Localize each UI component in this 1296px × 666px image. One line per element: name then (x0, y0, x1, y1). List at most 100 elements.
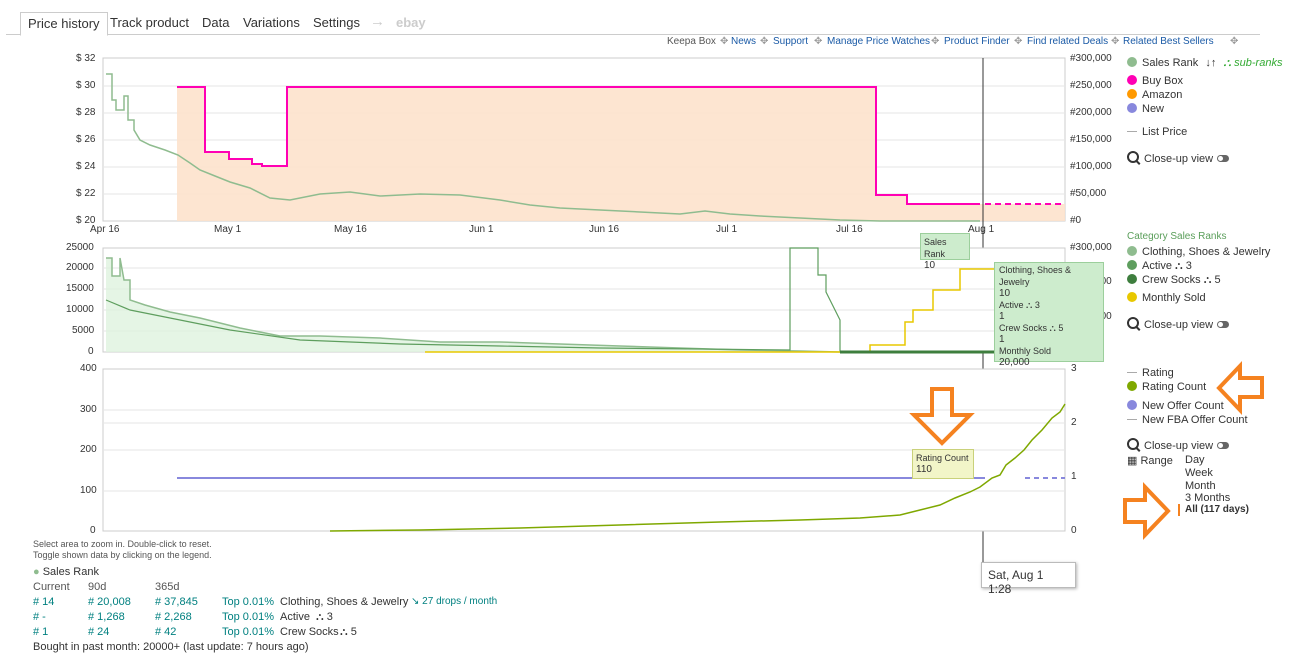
legend-list-price[interactable]: List Price (1127, 126, 1187, 138)
stats-header-current: Current (33, 581, 70, 593)
y-right-tick: #50,000 (1070, 188, 1107, 199)
category-tooltip: Clothing, Shoes & Jewelry 10 Active ⛬ 3 … (994, 262, 1104, 368)
y-right-tick: #100,000 (1070, 161, 1112, 172)
closeup-toggle-1[interactable]: Close-up view (1127, 151, 1230, 165)
x-tick: May 1 (214, 224, 242, 235)
drops-link[interactable]: ↘ 27 drops / month (411, 596, 497, 607)
y-tick: 0 (90, 525, 96, 536)
search-icon (1127, 151, 1139, 163)
x-tick: Jun 1 (469, 224, 494, 235)
y-tick: $ 32 (76, 53, 96, 64)
legend-rating[interactable]: Rating (1127, 367, 1174, 379)
x-tick: Jul 1 (716, 224, 738, 235)
y-tick: 200 (80, 444, 97, 455)
y-right-tick: #300,000 (1070, 242, 1112, 253)
closeup-toggle-2[interactable]: Close-up view (1127, 317, 1230, 331)
y-tick: 20000 (66, 262, 94, 273)
x-tick: May 16 (334, 224, 367, 235)
y-right-tick: 0 (1071, 525, 1077, 536)
y-tick: 100 (80, 485, 97, 496)
search-icon (1127, 438, 1139, 450)
bought-past-month: Bought in past month: 20000+ (last updat… (33, 641, 309, 653)
toggle-icon[interactable] (1217, 442, 1230, 449)
y-tick: 10000 (66, 304, 94, 315)
hierarchy-icon: ⛬ 5 (340, 626, 357, 638)
stats-header-365d: 365d (155, 581, 180, 593)
dot-icon: ● (33, 566, 40, 578)
sort-icon[interactable]: ↓↑ (1205, 57, 1216, 69)
toggle-note: Toggle shown data by clicking on the leg… (33, 550, 212, 560)
hierarchy-icon: ⛬ (1175, 260, 1183, 272)
y-tick: 400 (80, 363, 97, 374)
stats-title: ● Sales Rank (33, 566, 99, 578)
legend-amazon[interactable]: Amazon (1127, 89, 1182, 101)
x-tick: Jul 16 (836, 224, 863, 235)
sales-rank-dot-icon (1127, 57, 1137, 67)
y-right-tick: #0 (1070, 215, 1082, 226)
legend-sales-rank[interactable]: Sales Rank ↓↑ ⛬ sub-ranks (1127, 57, 1282, 70)
y-right-tick: 1 (1071, 471, 1077, 482)
range-3-months[interactable]: 3 Months (1185, 492, 1230, 504)
closeup-toggle-3[interactable]: Close-up view (1127, 438, 1230, 452)
legend-cat3[interactable]: Crew Socks ⛬ 5 (1127, 274, 1221, 287)
legend-cat1[interactable]: Clothing, Shoes & Jewelry (1127, 246, 1270, 258)
range-month[interactable]: Month (1185, 480, 1216, 492)
dot-icon (1127, 381, 1137, 391)
dot-icon (1127, 246, 1137, 256)
y-tick: 0 (88, 346, 94, 357)
y-right-tick: #300,000 (1070, 53, 1112, 64)
y-tick: $ 30 (76, 80, 96, 91)
y-right-tick: #250,000 (1070, 80, 1112, 91)
legend-new-fba[interactable]: New FBA Offer Count (1127, 414, 1248, 426)
hierarchy-icon: ⛬ (1049, 322, 1056, 333)
dot-icon (1127, 292, 1137, 302)
legend-buy-box[interactable]: Buy Box (1127, 75, 1183, 87)
legend-monthly-sold[interactable]: Monthly Sold (1127, 292, 1206, 304)
y-tick: $ 28 (76, 107, 96, 118)
sales-rank-tooltip: Sales Rank 10 (920, 233, 970, 271)
y-tick: $ 26 (76, 134, 96, 145)
x-tick: Apr 16 (90, 224, 120, 235)
category-heading: Category Sales Ranks (1127, 231, 1227, 242)
y-tick: $ 22 (76, 188, 96, 199)
dot-icon (1127, 103, 1137, 113)
range-day[interactable]: Day (1185, 454, 1205, 466)
y-tick: 25000 (66, 242, 94, 253)
x-tick: Jun 16 (589, 224, 620, 235)
dash-icon (1127, 372, 1137, 373)
dot-icon (1127, 274, 1137, 284)
dot-icon (1127, 75, 1137, 85)
dash-icon (1127, 419, 1137, 420)
zoom-note: Select area to zoom in. Double-click to … (33, 539, 212, 549)
hierarchy-icon: ⛬ 3 (316, 611, 333, 623)
dot-icon (1127, 260, 1137, 270)
range-week[interactable]: Week (1185, 467, 1213, 479)
sub-ranks-link[interactable]: ⛬ sub-ranks (1223, 57, 1282, 69)
stats-header-90d: 90d (88, 581, 107, 593)
y-tick: 300 (80, 404, 97, 415)
y-right-tick: #150,000 (1070, 134, 1112, 145)
hierarchy-icon: ⛬ (1026, 299, 1033, 310)
y-tick: 5000 (72, 325, 95, 336)
toggle-icon[interactable] (1217, 321, 1230, 328)
legend-new[interactable]: New (1127, 103, 1164, 115)
toggle-icon[interactable] (1217, 155, 1230, 162)
rating-count-tooltip: Rating Count 110 (912, 449, 974, 479)
range-all[interactable]: All (117 days) (1185, 504, 1249, 515)
range-label: ▦ Range (1127, 455, 1173, 467)
y-right-tick: #200,000 (1070, 107, 1112, 118)
dot-icon (1127, 89, 1137, 99)
y-tick: 15000 (66, 283, 94, 294)
dash-icon (1127, 131, 1137, 132)
legend-cat2[interactable]: Active ⛬ 3 (1127, 260, 1192, 273)
hierarchy-icon: ⛬ (1203, 274, 1212, 286)
arrow-left-icon (1216, 361, 1264, 415)
legend-label: Sales Rank (1142, 57, 1199, 69)
y-right-tick: 2 (1071, 417, 1077, 428)
date-tooltip: Sat, Aug 1 1:28 (981, 562, 1076, 596)
calendar-icon: ▦ (1127, 455, 1138, 467)
legend-new-offer[interactable]: New Offer Count (1127, 400, 1224, 412)
dot-icon (1127, 400, 1137, 410)
trend-down-icon: ↘ (411, 596, 420, 607)
legend-rating-count[interactable]: Rating Count (1127, 381, 1206, 393)
